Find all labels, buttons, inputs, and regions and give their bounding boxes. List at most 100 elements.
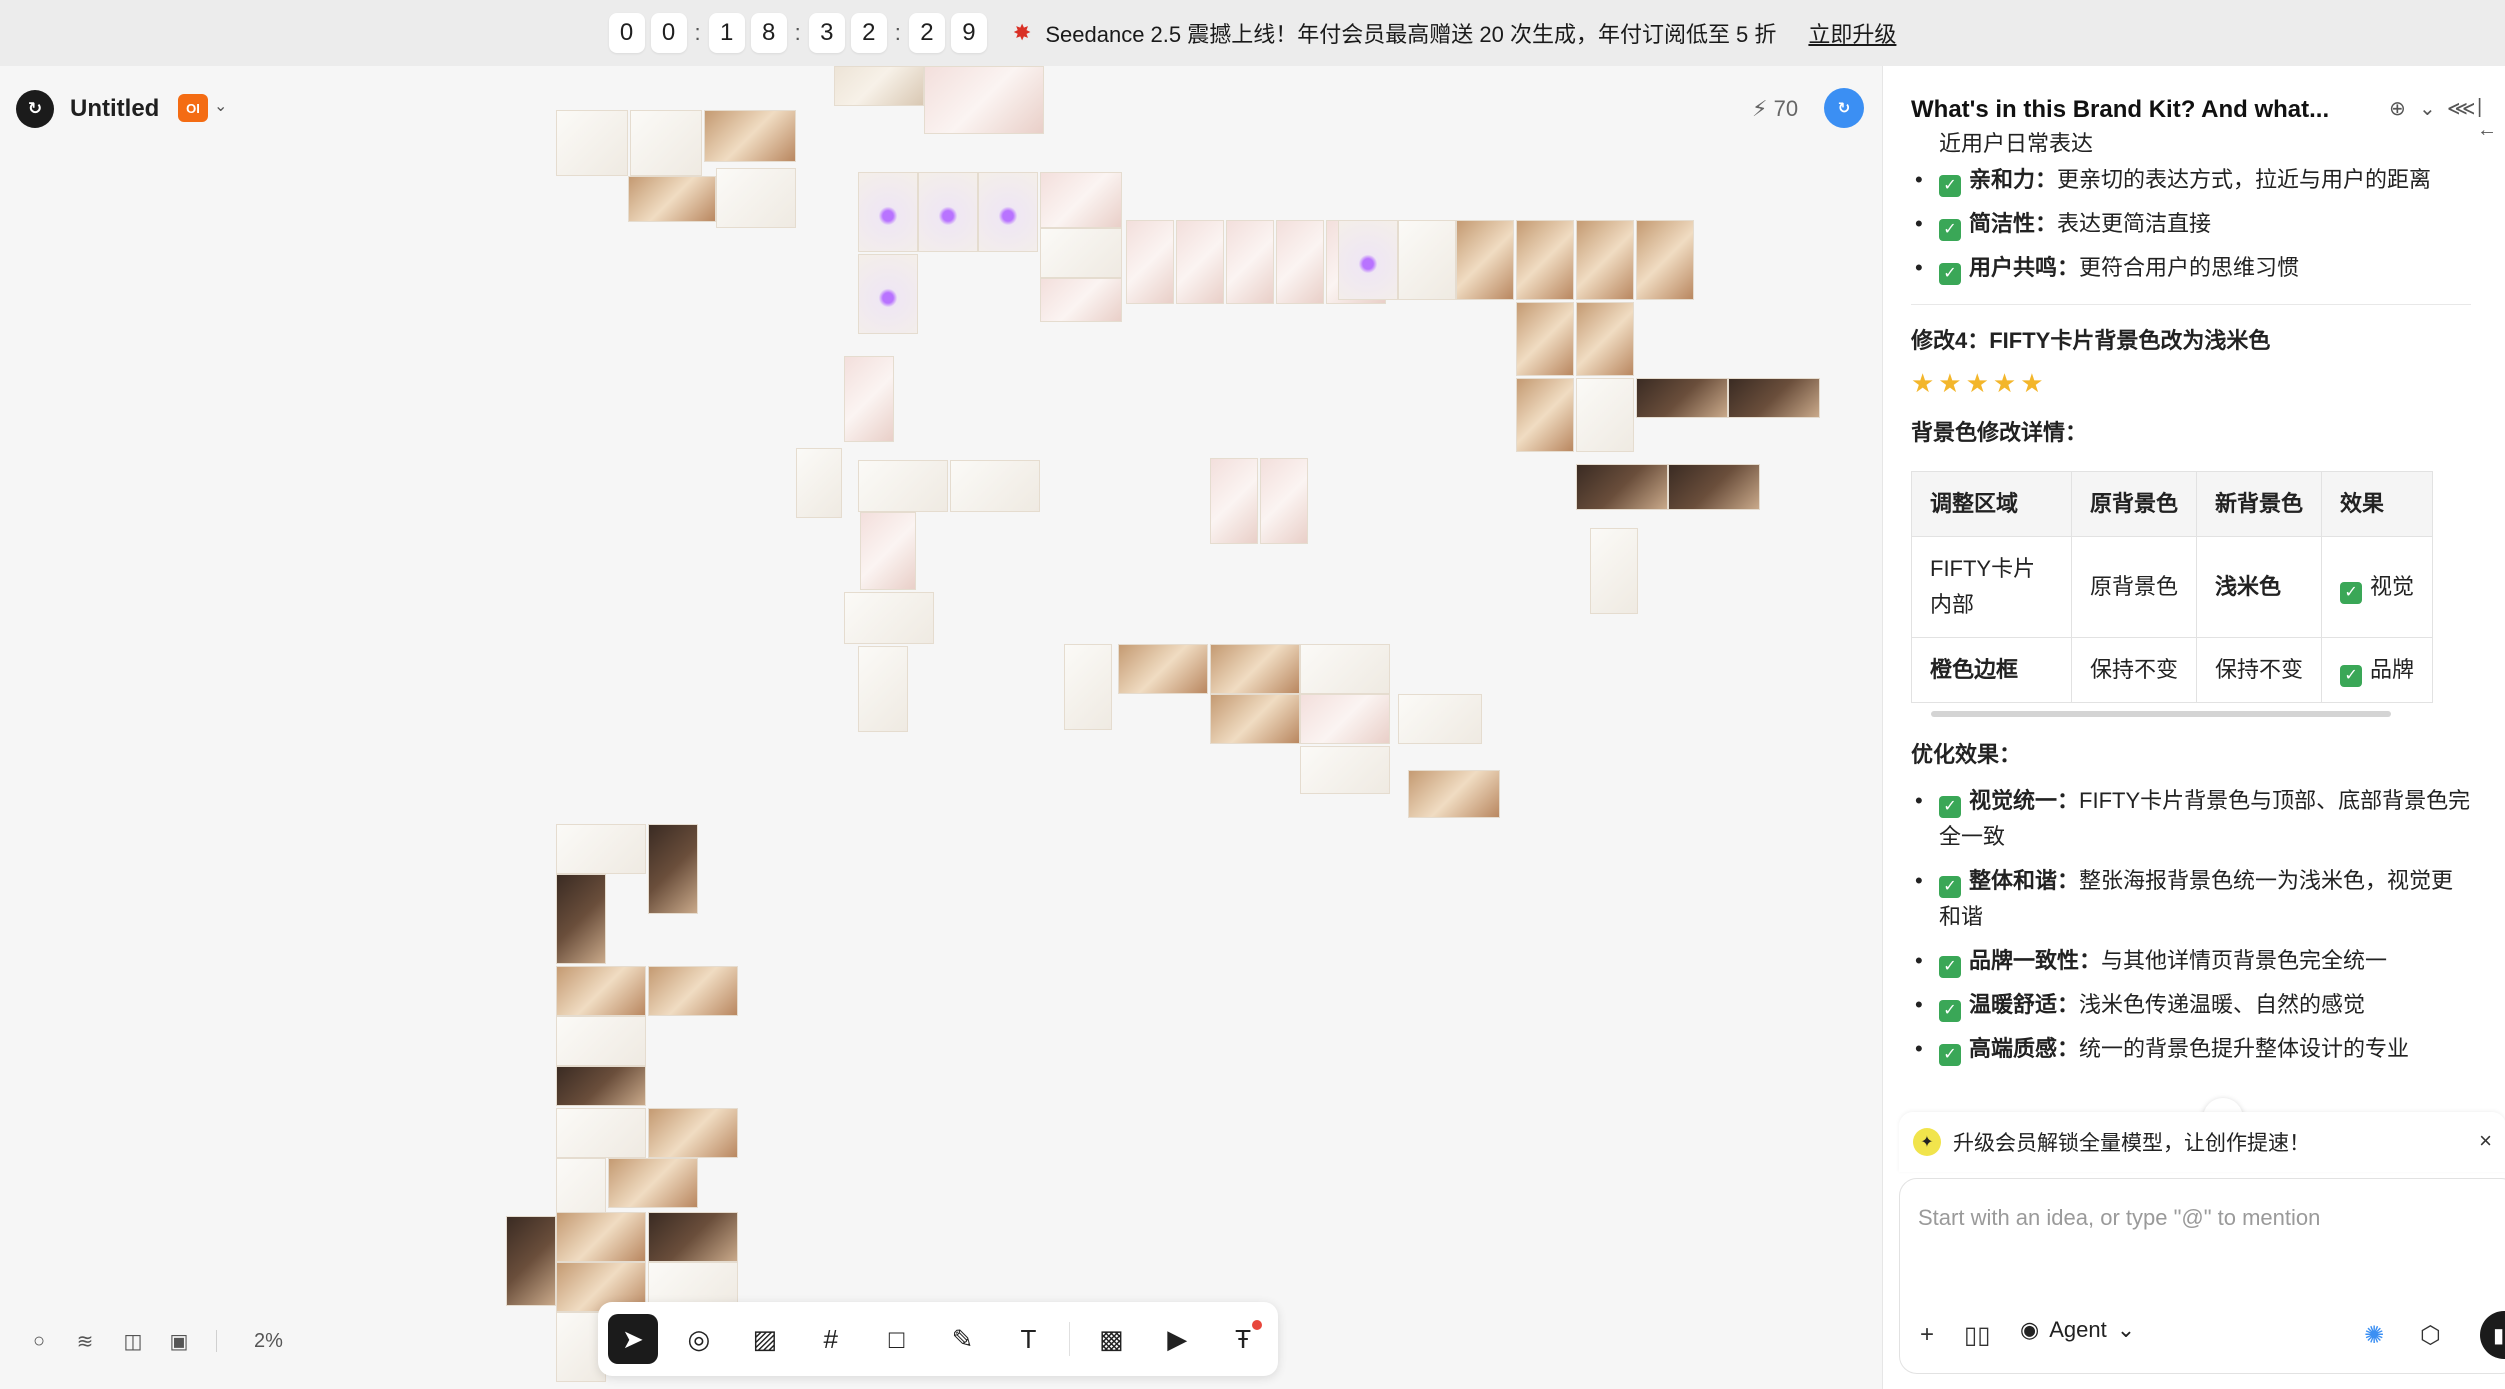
canvas-image[interactable] xyxy=(918,172,978,252)
credits-counter[interactable]: ⚡ 70 xyxy=(1752,90,1798,128)
canvas-image[interactable] xyxy=(1456,220,1514,300)
canvas-image[interactable] xyxy=(556,1066,646,1106)
layers-icon[interactable]: ≋ xyxy=(72,1328,98,1354)
history-icon[interactable]: ◫ xyxy=(120,1328,146,1354)
canvas-image[interactable] xyxy=(1576,378,1634,452)
rectangle-tool-icon[interactable]: □ xyxy=(872,1314,922,1364)
circle-icon[interactable]: ○ xyxy=(26,1328,52,1354)
ai-text-tool-icon[interactable]: Ŧ xyxy=(1218,1314,1268,1364)
canvas-image[interactable] xyxy=(858,460,948,512)
voice-send-button[interactable]: ▮▮ xyxy=(2480,1311,2505,1359)
pen-tool-icon[interactable]: ✎ xyxy=(938,1314,988,1364)
canvas-image[interactable] xyxy=(716,168,796,228)
select-tool-icon[interactable]: ➤ xyxy=(608,1314,658,1364)
canvas-image[interactable] xyxy=(1576,464,1668,510)
canvas-image[interactable] xyxy=(1118,644,1208,694)
ai-video-tool-icon[interactable]: ▶ xyxy=(1152,1314,1202,1364)
project-badge[interactable]: OI xyxy=(178,94,208,122)
canvas-image[interactable] xyxy=(1398,220,1456,300)
canvas-image[interactable] xyxy=(628,176,716,222)
canvas-image[interactable] xyxy=(1668,464,1760,510)
canvas-image[interactable] xyxy=(978,172,1038,252)
table-container[interactable]: 调整区域 原背景色 新背景色 效果 FIFTY卡片内部 原背景色 浅米色 ✓ 视觉… xyxy=(1911,471,2451,703)
new-chat-icon[interactable]: ⊕ xyxy=(2389,96,2406,121)
canvas-image[interactable] xyxy=(1040,172,1122,228)
canvas-image[interactable] xyxy=(556,1108,646,1158)
canvas-image[interactable] xyxy=(844,356,894,442)
canvas-image[interactable] xyxy=(1398,694,1482,744)
canvas-image[interactable] xyxy=(648,1212,738,1262)
canvas-image[interactable] xyxy=(1408,770,1500,818)
avatar[interactable]: ↻ xyxy=(1824,88,1864,128)
canvas-image[interactable] xyxy=(924,66,1044,134)
canvas-image[interactable] xyxy=(556,966,646,1016)
ai-image-tool-icon[interactable]: ▩ xyxy=(1086,1314,1136,1364)
canvas-image[interactable] xyxy=(796,448,842,518)
canvas-image[interactable] xyxy=(1516,378,1574,452)
canvas-image[interactable] xyxy=(1040,228,1122,278)
chat-composer[interactable]: Start with an idea, or type "@" to menti… xyxy=(1899,1178,2505,1374)
canvas-image[interactable] xyxy=(648,966,738,1016)
canvas-image[interactable] xyxy=(1176,220,1224,304)
image-edit-tool-icon[interactable]: ▨ xyxy=(740,1314,790,1364)
canvas-image[interactable] xyxy=(1300,644,1390,694)
canvas-image[interactable] xyxy=(506,1216,556,1306)
canvas-image[interactable] xyxy=(1338,220,1398,300)
collapse-panel-icon[interactable]: |← xyxy=(2477,96,2497,142)
design-canvas[interactable]: ↻ Untitled OI ⌄ ⚡ 70 ↻ xyxy=(0,66,1882,1389)
canvas-image[interactable] xyxy=(1516,302,1574,376)
share-icon[interactable]: ⋘ xyxy=(2447,96,2475,121)
table-scrollbar[interactable] xyxy=(1911,709,2451,719)
canvas-image[interactable] xyxy=(1226,220,1274,304)
upgrade-link[interactable]: 立即升级 xyxy=(1808,17,1896,49)
canvas-image[interactable] xyxy=(556,874,606,964)
zoom-level[interactable]: 2% xyxy=(254,1328,283,1354)
canvas-image[interactable] xyxy=(1064,644,1112,730)
canvas-image[interactable] xyxy=(1516,220,1574,300)
canvas-image[interactable] xyxy=(1210,694,1300,744)
canvas-image[interactable] xyxy=(1636,220,1694,300)
pin-tool-icon[interactable]: ◎ xyxy=(674,1314,724,1364)
canvas-image[interactable] xyxy=(1590,528,1638,614)
chevron-down-icon[interactable]: ⌄ xyxy=(214,96,227,116)
book-icon[interactable]: ▯▯ xyxy=(1964,1321,1990,1350)
scrollbar-thumb[interactable] xyxy=(1931,711,2391,717)
canvas-image[interactable] xyxy=(858,172,918,252)
close-icon[interactable]: × xyxy=(2479,1128,2492,1154)
canvas-image[interactable] xyxy=(1576,220,1634,300)
plus-icon[interactable]: + xyxy=(1920,1321,1934,1349)
lightbulb-icon[interactable]: ✺ xyxy=(2364,1321,2384,1350)
canvas-image[interactable] xyxy=(1728,378,1820,418)
logo-icon[interactable]: ↻ xyxy=(16,90,54,128)
canvas-image[interactable] xyxy=(648,1108,738,1158)
frame-tool-icon[interactable]: # xyxy=(806,1314,856,1364)
canvas-image[interactable] xyxy=(1040,278,1122,322)
document-title[interactable]: Untitled xyxy=(70,90,159,128)
canvas-image[interactable] xyxy=(1210,644,1300,694)
upgrade-notice[interactable]: ✦ 升级会员解锁全量模型，让创作提速！ × xyxy=(1899,1112,2505,1172)
canvas-image[interactable] xyxy=(950,460,1040,512)
canvas-image[interactable] xyxy=(834,66,924,106)
canvas-image[interactable] xyxy=(1300,694,1390,744)
canvas-image[interactable] xyxy=(844,592,934,644)
agent-selector[interactable]: ◉ Agent ⌄ xyxy=(2020,1317,2135,1343)
canvas-image[interactable] xyxy=(1276,220,1324,304)
canvas-image[interactable] xyxy=(858,254,918,334)
canvas-image[interactable] xyxy=(648,824,698,914)
canvas-image[interactable] xyxy=(1210,458,1258,544)
canvas-image[interactable] xyxy=(858,646,908,732)
assets-icon[interactable]: ▣ xyxy=(166,1328,192,1354)
canvas-image[interactable] xyxy=(556,824,646,874)
text-tool-icon[interactable]: T xyxy=(1003,1314,1053,1364)
canvas-image[interactable] xyxy=(860,512,916,590)
composer-input[interactable]: Start with an idea, or type "@" to menti… xyxy=(1918,1205,2320,1231)
canvas-image[interactable] xyxy=(556,110,628,176)
chevron-down-icon[interactable]: ⌄ xyxy=(2419,96,2436,121)
canvas-image[interactable] xyxy=(1636,378,1728,418)
canvas-image[interactable] xyxy=(556,1016,646,1066)
canvas-image[interactable] xyxy=(1126,220,1174,304)
canvas-image[interactable] xyxy=(704,110,796,162)
canvas-image[interactable] xyxy=(608,1158,698,1208)
canvas-image[interactable] xyxy=(556,1212,646,1262)
cube-icon[interactable]: ⬡ xyxy=(2420,1321,2441,1350)
